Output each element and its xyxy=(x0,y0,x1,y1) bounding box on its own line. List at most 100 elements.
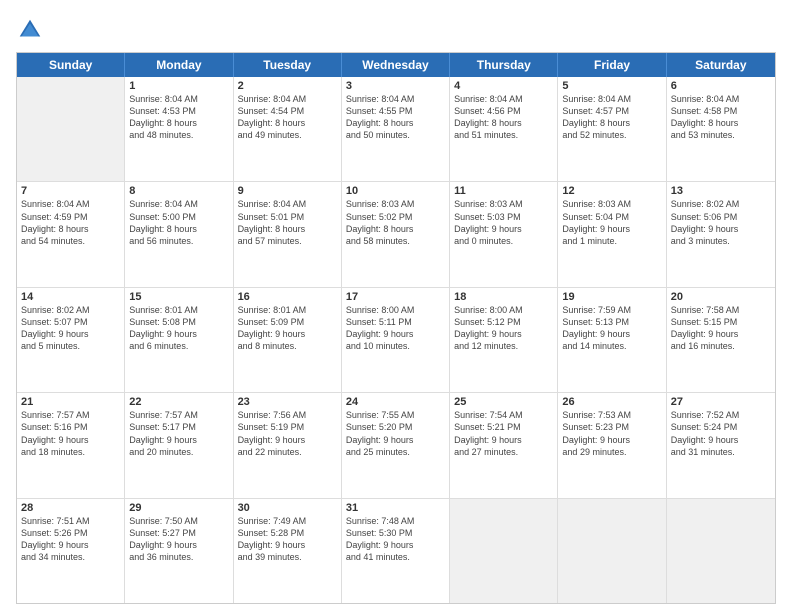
cell-line-l3: Daylight: 9 hours xyxy=(346,434,445,446)
calendar-cell: 17Sunrise: 8:00 AMSunset: 5:11 PMDayligh… xyxy=(342,288,450,392)
cell-line-l2: Sunset: 4:58 PM xyxy=(671,105,771,117)
day-number: 5 xyxy=(562,80,661,92)
header-day-sunday: Sunday xyxy=(17,53,125,77)
cell-line-l3: Daylight: 9 hours xyxy=(21,539,120,551)
calendar-cell: 14Sunrise: 8:02 AMSunset: 5:07 PMDayligh… xyxy=(17,288,125,392)
day-number: 21 xyxy=(21,396,120,408)
cell-line-l2: Sunset: 4:53 PM xyxy=(129,105,228,117)
cell-line-l1: Sunrise: 8:03 AM xyxy=(454,198,553,210)
cell-line-l3: Daylight: 8 hours xyxy=(129,117,228,129)
cell-line-l4: and 50 minutes. xyxy=(346,129,445,141)
calendar-cell: 23Sunrise: 7:56 AMSunset: 5:19 PMDayligh… xyxy=(234,393,342,497)
calendar-cell: 18Sunrise: 8:00 AMSunset: 5:12 PMDayligh… xyxy=(450,288,558,392)
cell-line-l3: Daylight: 8 hours xyxy=(21,223,120,235)
calendar-cell: 21Sunrise: 7:57 AMSunset: 5:16 PMDayligh… xyxy=(17,393,125,497)
calendar-cell: 20Sunrise: 7:58 AMSunset: 5:15 PMDayligh… xyxy=(667,288,775,392)
day-number: 11 xyxy=(454,185,553,197)
day-number: 29 xyxy=(129,502,228,514)
cell-line-l1: Sunrise: 7:58 AM xyxy=(671,304,771,316)
cell-line-l2: Sunset: 5:07 PM xyxy=(21,316,120,328)
calendar-cell: 19Sunrise: 7:59 AMSunset: 5:13 PMDayligh… xyxy=(558,288,666,392)
calendar-cell: 11Sunrise: 8:03 AMSunset: 5:03 PMDayligh… xyxy=(450,182,558,286)
cell-line-l1: Sunrise: 8:00 AM xyxy=(346,304,445,316)
cell-line-l2: Sunset: 5:21 PM xyxy=(454,421,553,433)
cell-line-l4: and 31 minutes. xyxy=(671,446,771,458)
cell-line-l4: and 6 minutes. xyxy=(129,340,228,352)
calendar: SundayMondayTuesdayWednesdayThursdayFrid… xyxy=(16,52,776,604)
cell-line-l2: Sunset: 5:13 PM xyxy=(562,316,661,328)
cell-line-l3: Daylight: 9 hours xyxy=(238,328,337,340)
header-day-thursday: Thursday xyxy=(450,53,558,77)
cell-line-l3: Daylight: 9 hours xyxy=(671,223,771,235)
cell-line-l3: Daylight: 8 hours xyxy=(671,117,771,129)
cell-line-l1: Sunrise: 7:50 AM xyxy=(129,515,228,527)
cell-line-l2: Sunset: 5:01 PM xyxy=(238,211,337,223)
cell-line-l2: Sunset: 5:19 PM xyxy=(238,421,337,433)
cell-line-l4: and 1 minute. xyxy=(562,235,661,247)
cell-line-l2: Sunset: 5:23 PM xyxy=(562,421,661,433)
cell-line-l1: Sunrise: 8:04 AM xyxy=(21,198,120,210)
cell-line-l2: Sunset: 5:02 PM xyxy=(346,211,445,223)
cell-line-l1: Sunrise: 7:57 AM xyxy=(129,409,228,421)
cell-line-l4: and 39 minutes. xyxy=(238,551,337,563)
cell-line-l4: and 56 minutes. xyxy=(129,235,228,247)
logo-icon xyxy=(16,16,44,44)
cell-line-l4: and 18 minutes. xyxy=(21,446,120,458)
day-number: 1 xyxy=(129,80,228,92)
calendar-cell: 15Sunrise: 8:01 AMSunset: 5:08 PMDayligh… xyxy=(125,288,233,392)
day-number: 23 xyxy=(238,396,337,408)
cell-line-l1: Sunrise: 8:04 AM xyxy=(238,93,337,105)
cell-line-l3: Daylight: 9 hours xyxy=(21,434,120,446)
cell-line-l2: Sunset: 5:16 PM xyxy=(21,421,120,433)
cell-line-l3: Daylight: 9 hours xyxy=(454,434,553,446)
cell-line-l2: Sunset: 5:03 PM xyxy=(454,211,553,223)
day-number: 22 xyxy=(129,396,228,408)
day-number: 30 xyxy=(238,502,337,514)
day-number: 3 xyxy=(346,80,445,92)
cell-line-l1: Sunrise: 7:53 AM xyxy=(562,409,661,421)
calendar-row-4: 28Sunrise: 7:51 AMSunset: 5:26 PMDayligh… xyxy=(17,499,775,603)
cell-line-l4: and 48 minutes. xyxy=(129,129,228,141)
day-number: 2 xyxy=(238,80,337,92)
cell-line-l4: and 34 minutes. xyxy=(21,551,120,563)
cell-line-l4: and 54 minutes. xyxy=(21,235,120,247)
cell-line-l4: and 16 minutes. xyxy=(671,340,771,352)
cell-line-l3: Daylight: 9 hours xyxy=(562,223,661,235)
cell-line-l2: Sunset: 5:28 PM xyxy=(238,527,337,539)
cell-line-l2: Sunset: 4:56 PM xyxy=(454,105,553,117)
cell-line-l4: and 8 minutes. xyxy=(238,340,337,352)
cell-line-l3: Daylight: 8 hours xyxy=(238,223,337,235)
cell-line-l3: Daylight: 8 hours xyxy=(562,117,661,129)
cell-line-l4: and 29 minutes. xyxy=(562,446,661,458)
cell-line-l4: and 58 minutes. xyxy=(346,235,445,247)
calendar-cell: 27Sunrise: 7:52 AMSunset: 5:24 PMDayligh… xyxy=(667,393,775,497)
cell-line-l3: Daylight: 9 hours xyxy=(129,434,228,446)
calendar-cell xyxy=(667,499,775,603)
cell-line-l3: Daylight: 9 hours xyxy=(238,434,337,446)
cell-line-l1: Sunrise: 7:54 AM xyxy=(454,409,553,421)
page: SundayMondayTuesdayWednesdayThursdayFrid… xyxy=(0,0,792,612)
day-number: 18 xyxy=(454,291,553,303)
header xyxy=(16,16,776,44)
day-number: 12 xyxy=(562,185,661,197)
calendar-cell: 24Sunrise: 7:55 AMSunset: 5:20 PMDayligh… xyxy=(342,393,450,497)
calendar-row-3: 21Sunrise: 7:57 AMSunset: 5:16 PMDayligh… xyxy=(17,393,775,498)
cell-line-l1: Sunrise: 8:04 AM xyxy=(671,93,771,105)
calendar-cell: 3Sunrise: 8:04 AMSunset: 4:55 PMDaylight… xyxy=(342,77,450,181)
cell-line-l3: Daylight: 9 hours xyxy=(346,539,445,551)
calendar-cell: 5Sunrise: 8:04 AMSunset: 4:57 PMDaylight… xyxy=(558,77,666,181)
cell-line-l3: Daylight: 9 hours xyxy=(129,539,228,551)
cell-line-l1: Sunrise: 8:01 AM xyxy=(129,304,228,316)
cell-line-l3: Daylight: 9 hours xyxy=(562,328,661,340)
cell-line-l2: Sunset: 5:15 PM xyxy=(671,316,771,328)
cell-line-l4: and 12 minutes. xyxy=(454,340,553,352)
header-day-saturday: Saturday xyxy=(667,53,775,77)
day-number: 17 xyxy=(346,291,445,303)
cell-line-l1: Sunrise: 7:51 AM xyxy=(21,515,120,527)
cell-line-l2: Sunset: 4:57 PM xyxy=(562,105,661,117)
calendar-cell: 30Sunrise: 7:49 AMSunset: 5:28 PMDayligh… xyxy=(234,499,342,603)
day-number: 20 xyxy=(671,291,771,303)
cell-line-l1: Sunrise: 8:02 AM xyxy=(671,198,771,210)
cell-line-l3: Daylight: 8 hours xyxy=(346,223,445,235)
cell-line-l4: and 5 minutes. xyxy=(21,340,120,352)
